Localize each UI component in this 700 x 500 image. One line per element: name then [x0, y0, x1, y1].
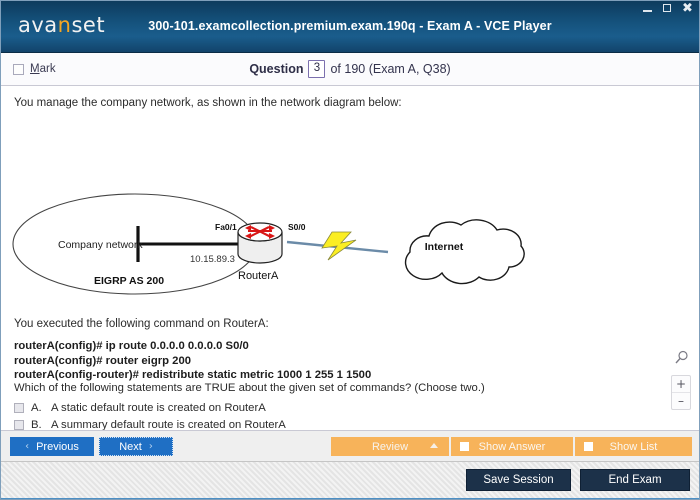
show-list-button[interactable]: Show List — [575, 437, 692, 456]
answer-checkbox-b[interactable] — [14, 420, 24, 430]
show-answer-button-label: Show Answer — [478, 440, 546, 453]
network-diagram: Company network EIGRP AS 200 Fa0/1 S0/0 … — [10, 186, 570, 311]
question-prompt: Which of the following statements are TR… — [14, 382, 485, 394]
show-answer-button[interactable]: Show Answer — [451, 437, 573, 456]
command-block: routerA(config)# ip route 0.0.0.0 0.0.0.… — [14, 339, 371, 383]
zoom-in-button[interactable]: + — [672, 376, 690, 393]
window-title: 300-101.examcollection.premium.exam.190q… — [148, 19, 552, 33]
answer-option-a[interactable]: A. A static default route is created on … — [14, 402, 334, 415]
window-controls: ✖ — [641, 2, 694, 15]
chevron-right-icon: › — [148, 441, 153, 452]
router-name-label: RouterA — [238, 270, 279, 282]
previous-button-label: Previous — [36, 440, 79, 453]
command-line: routerA(config-router)# redistribute sta… — [14, 369, 372, 381]
answer-text-a: A static default route is created on Rou… — [51, 402, 266, 414]
zoom-button-stack: + – — [671, 375, 691, 410]
save-session-button[interactable]: Save Session — [466, 469, 571, 491]
review-button-label: Review — [371, 440, 409, 453]
interface-fa-label: Fa0/1 — [215, 222, 237, 232]
internet-label: Internet — [425, 241, 464, 253]
show-list-button-label: Show List — [609, 440, 658, 453]
question-number-input[interactable]: 3 — [308, 60, 326, 78]
question-header-bar: Mark Question 3 of 190 (Exam A, Q38) — [0, 53, 700, 86]
interface-s0-label: S0/0 — [288, 222, 306, 232]
chevron-left-icon: ‹ — [25, 441, 30, 452]
question-content-area: You manage the company network, as shown… — [0, 86, 700, 431]
zoom-out-button[interactable]: – — [672, 393, 690, 409]
question-total-label: of 190 (Exam A, Q38) — [330, 62, 451, 76]
command-line: routerA(config)# ip route 0.0.0.0 0.0.0.… — [14, 340, 249, 352]
answer-letter-b: B. — [31, 419, 42, 431]
answer-checkbox-a[interactable] — [14, 403, 24, 413]
command-line: routerA(config)# router eigrp 200 — [14, 354, 192, 367]
square-icon — [584, 442, 593, 451]
answer-options-list: A. A static default route is created on … — [14, 402, 334, 431]
question-counter: Question 3 of 190 (Exam A, Q38) — [0, 60, 700, 78]
end-exam-button[interactable]: End Exam — [580, 469, 690, 491]
status-bar: Save Session End Exam — [0, 462, 700, 500]
close-icon[interactable]: ✖ — [681, 2, 694, 15]
zoom-tools: + – — [671, 350, 691, 410]
action-bar: ‹ Previous Next › Review Show Answer Sho… — [0, 431, 700, 462]
answer-letter-a: A. — [31, 402, 42, 414]
caret-up-icon — [430, 443, 438, 448]
magnifier-icon[interactable] — [674, 350, 689, 370]
question-word-label: Question — [249, 62, 304, 76]
next-button[interactable]: Next › — [99, 437, 173, 456]
answer-text-b: A summary default route is created on Ro… — [51, 419, 286, 431]
title-bar: avanset 300-101.examcollection.premium.e… — [0, 0, 700, 53]
square-icon — [460, 442, 469, 451]
next-button-label: Next — [119, 440, 142, 453]
answer-option-b[interactable]: B. A summary default route is created on… — [14, 419, 334, 431]
maximize-icon[interactable] — [661, 2, 674, 15]
lightning-bolt-icon — [321, 231, 357, 261]
vce-player-window: avanset 300-101.examcollection.premium.e… — [0, 0, 700, 500]
eigrp-as-label: EIGRP AS 200 — [94, 275, 164, 287]
minimize-icon[interactable] — [641, 2, 654, 15]
previous-button[interactable]: ‹ Previous — [10, 437, 94, 456]
company-network-label: Company network — [58, 239, 143, 251]
question-stem: You manage the company network, as shown… — [14, 97, 402, 109]
review-button[interactable]: Review — [331, 437, 449, 456]
router-icon — [237, 222, 283, 264]
executed-command-intro: You executed the following command on Ro… — [14, 318, 269, 330]
internet-cloud — [404, 219, 525, 285]
ip-address-label: 10.15.89.3 — [190, 254, 235, 265]
